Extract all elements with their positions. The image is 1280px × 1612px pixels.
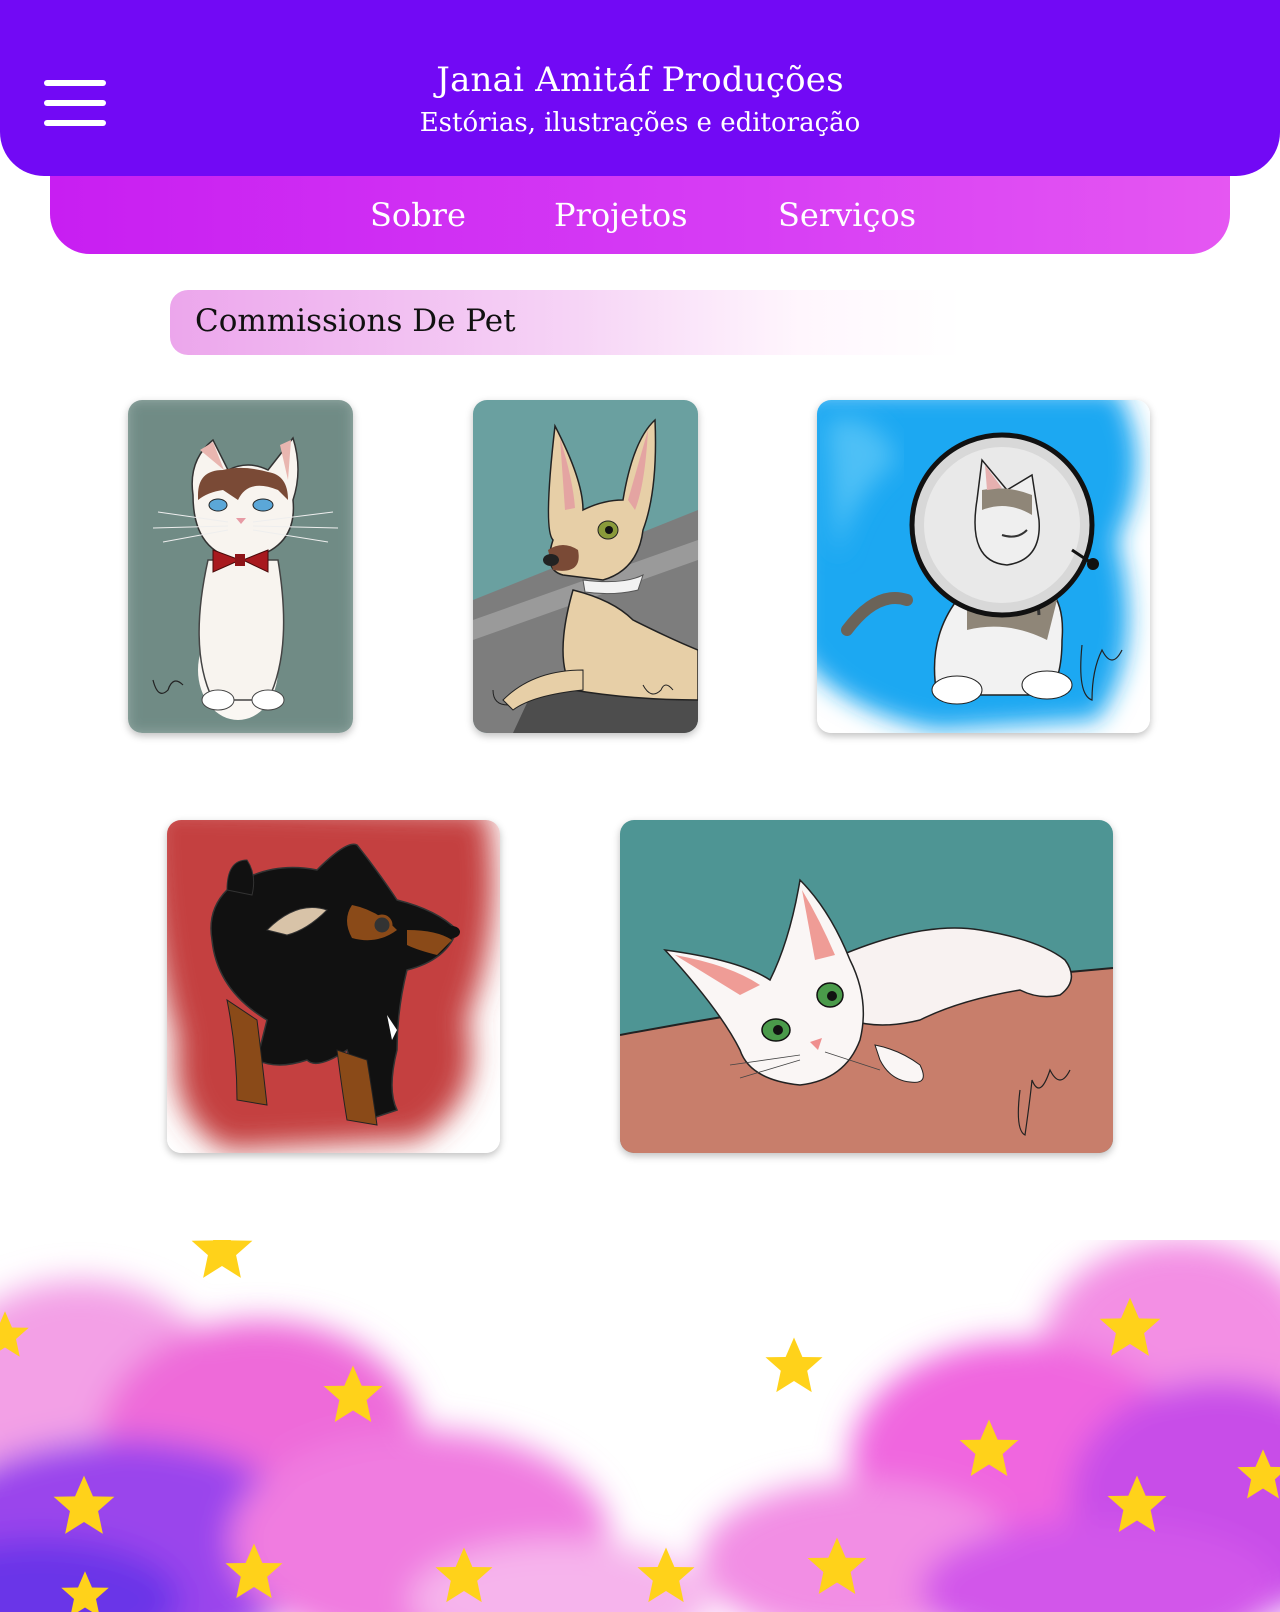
kitten-cone-illustration	[817, 400, 1150, 733]
footer-clouds-stars-decoration	[0, 1240, 1280, 1612]
site-title: Janai Amitáf Produções	[436, 60, 844, 100]
site-header: Janai Amitáf Produções Estórias, ilustra…	[0, 0, 1280, 176]
gallery-card-white-cat[interactable]	[620, 820, 1113, 1153]
cat-bowtie-illustration	[128, 400, 353, 733]
tan-dog-illustration	[473, 400, 698, 733]
site-subtitle: Estórias, ilustrações e editoração	[419, 108, 861, 138]
nav-item-servicos[interactable]: Serviços	[778, 196, 916, 234]
black-dog-illustration	[167, 820, 500, 1153]
section-title: Commissions De Pet	[195, 303, 516, 339]
gallery-card-black-dog[interactable]	[167, 820, 500, 1153]
nav-item-projetos[interactable]: Projetos	[554, 196, 688, 234]
section-heading: Commissions De Pet	[170, 290, 1070, 355]
nav-item-sobre[interactable]: Sobre	[370, 196, 466, 234]
gallery-card-cat-bowtie[interactable]	[128, 400, 353, 733]
gallery-card-tan-dog[interactable]	[473, 400, 698, 733]
white-cat-illustration	[620, 820, 1113, 1153]
gallery-card-kitten-cone[interactable]	[817, 400, 1150, 733]
